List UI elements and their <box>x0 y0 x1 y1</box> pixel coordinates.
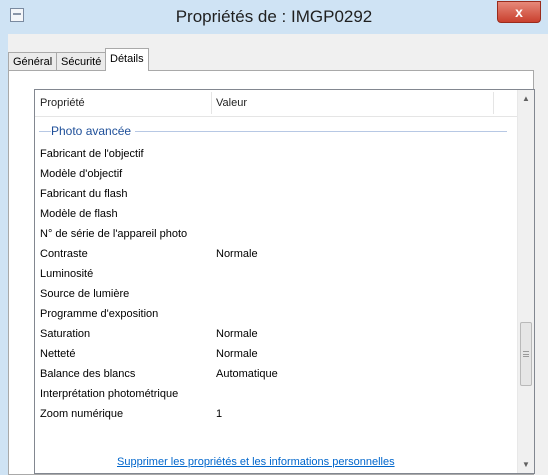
table-row[interactable]: Modèle d'objectif <box>35 164 518 184</box>
table-row[interactable]: Source de lumière <box>35 284 518 304</box>
table-row[interactable]: Interprétation photométrique <box>35 384 518 404</box>
scroll-down-arrow-icon[interactable]: ▼ <box>518 456 534 473</box>
tab-security[interactable]: Sécurité <box>56 52 107 70</box>
scroll-up-arrow-icon[interactable]: ▲ <box>518 90 534 107</box>
table-row[interactable]: Zoom numérique 1 <box>35 404 518 424</box>
property-name: Fabricant de l'objectif <box>40 148 144 160</box>
table-row[interactable]: Balance des blancs Automatique <box>35 364 518 384</box>
grip-icon <box>523 351 529 357</box>
title-bar[interactable]: Propriétés de : IMGP0292 x <box>0 0 548 34</box>
property-value: Normale <box>216 248 258 260</box>
vertical-scrollbar[interactable]: ▲ ▼ <box>517 90 534 473</box>
property-value: Automatique <box>216 368 278 380</box>
tab-general[interactable]: Général <box>8 52 58 70</box>
column-divider[interactable] <box>211 92 212 114</box>
column-header-value[interactable]: Valeur <box>216 90 247 116</box>
property-name: Programme d'exposition <box>40 308 159 320</box>
table-row[interactable]: Contraste Normale <box>35 244 518 264</box>
property-name: Fabricant du flash <box>40 188 128 200</box>
group-header[interactable]: Photo avancée <box>39 124 507 138</box>
scrollbar-thumb[interactable] <box>520 322 532 386</box>
details-panel: Propriété Valeur Photo avancée Fabricant… <box>8 70 535 475</box>
property-name: N° de série de l'appareil photo <box>40 228 188 240</box>
dialog-body: Général Sécurité Détails Propriété Valeu… <box>8 34 548 475</box>
window-title: Propriétés de : IMGP0292 <box>175 7 373 26</box>
property-name: Balance des blancs <box>40 368 136 380</box>
table-row[interactable]: Netteté Normale <box>35 344 518 364</box>
remove-properties-link[interactable]: Supprimer les propriétés et les informat… <box>117 456 395 468</box>
property-name: Interprétation photométrique <box>40 388 179 400</box>
tab-details[interactable]: Détails <box>105 48 149 71</box>
property-value: Normale <box>216 328 258 340</box>
table-row[interactable]: Programme d'exposition <box>35 304 518 324</box>
property-name: Modèle d'objectif <box>40 168 123 180</box>
property-name: Zoom numérique <box>40 408 124 420</box>
close-button[interactable]: x <box>497 1 541 23</box>
tab-strip: Général Sécurité Détails <box>8 48 538 71</box>
property-list[interactable]: Propriété Valeur Photo avancée Fabricant… <box>34 89 535 474</box>
table-row[interactable]: Luminosité <box>35 264 518 284</box>
property-name: Modèle de flash <box>40 208 118 220</box>
property-name: Saturation <box>40 328 91 340</box>
table-row[interactable]: Saturation Normale <box>35 324 518 344</box>
property-name: Netteté <box>40 348 76 360</box>
property-name: Contraste <box>40 248 88 260</box>
property-value: Normale <box>216 348 258 360</box>
table-row[interactable]: N° de série de l'appareil photo <box>35 224 518 244</box>
table-row[interactable]: Fabricant de l'objectif <box>35 144 518 164</box>
property-name: Luminosité <box>40 268 94 280</box>
table-row[interactable]: Modèle de flash <box>35 204 518 224</box>
group-label: Photo avancée <box>51 124 136 138</box>
table-row[interactable]: Fabricant du flash <box>35 184 518 204</box>
property-value: 1 <box>216 408 223 420</box>
property-name: Source de lumière <box>40 288 130 300</box>
properties-window: Propriétés de : IMGP0292 x Général Sécur… <box>0 0 548 475</box>
list-header: Propriété Valeur <box>35 90 518 117</box>
column-divider[interactable] <box>493 92 494 114</box>
column-header-property[interactable]: Propriété <box>40 90 85 116</box>
